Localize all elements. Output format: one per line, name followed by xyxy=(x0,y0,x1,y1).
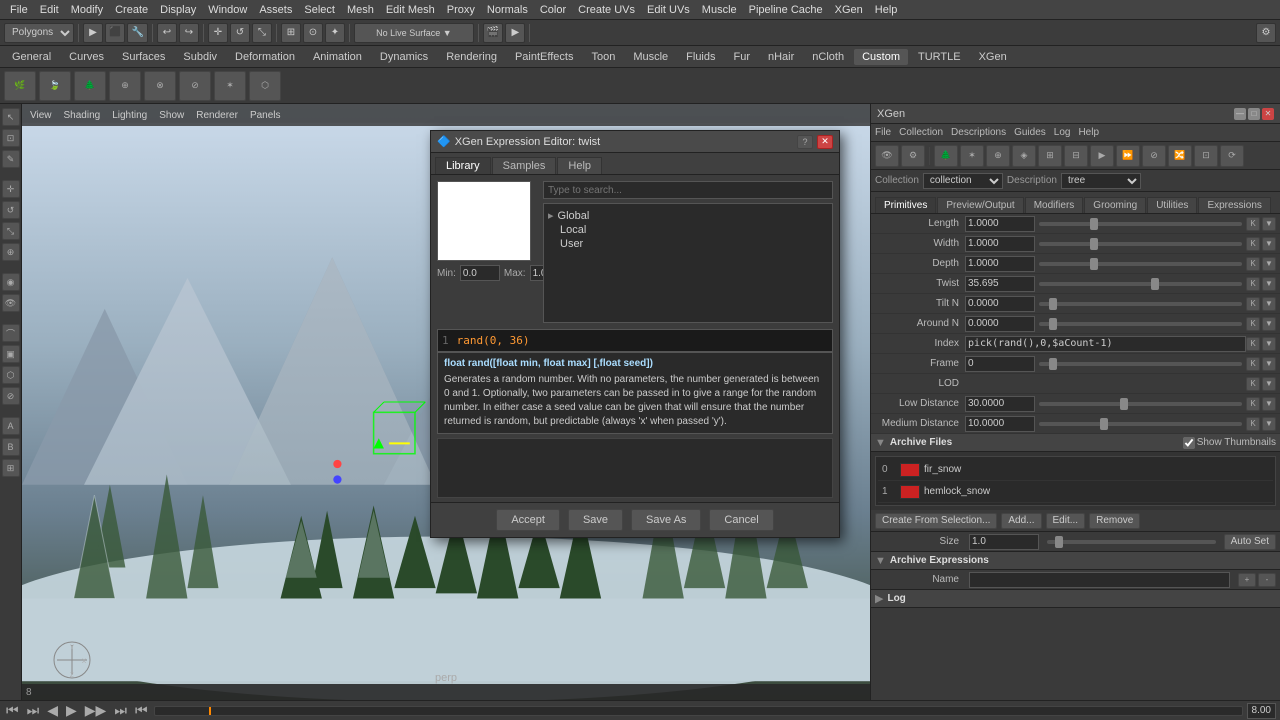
accept-button[interactable]: Accept xyxy=(496,509,560,531)
dialog-button-row: Accept Save Save As Cancel xyxy=(431,502,839,537)
tooltip-title: float rand([float min, float max] [,floa… xyxy=(444,357,826,371)
dialog-tab-bar: Library Samples Help xyxy=(431,153,839,175)
dialog-title-icon: 🔷 xyxy=(437,135,451,148)
tree-label-local: Local xyxy=(560,224,586,236)
dialog-title-area: 🔷 XGen Expression Editor: twist xyxy=(437,135,600,148)
dialog-title-text: XGen Expression Editor: twist xyxy=(455,136,601,148)
max-label: Max: xyxy=(504,268,526,279)
code-editor-area[interactable]: 1 rand(0, 36) xyxy=(437,329,833,352)
library-preview-image xyxy=(437,181,531,261)
save-as-button[interactable]: Save As xyxy=(631,509,701,531)
dialog-titlebar-buttons: ? ✕ xyxy=(797,135,833,149)
cancel-button[interactable]: Cancel xyxy=(709,509,773,531)
tree-label-user: User xyxy=(560,238,583,250)
save-button[interactable]: Save xyxy=(568,509,623,531)
expression-empty-area xyxy=(437,438,833,498)
function-tooltip: float rand([float min, float max] [,floa… xyxy=(437,352,833,434)
dialog-help-btn[interactable]: ? xyxy=(797,135,813,149)
dialog-titlebar[interactable]: 🔷 XGen Expression Editor: twist ? ✕ xyxy=(431,131,839,153)
min-label: Min: xyxy=(437,268,456,279)
code-line-number: 1 xyxy=(442,334,449,347)
library-tree: ▸ Global Local User xyxy=(543,203,833,323)
dialog-tab-help[interactable]: Help xyxy=(557,157,602,174)
library-search-input[interactable] xyxy=(543,181,833,199)
dialog-tab-library[interactable]: Library xyxy=(435,157,491,174)
tree-item-global[interactable]: ▸ Global xyxy=(548,208,828,223)
code-content: rand(0, 36) xyxy=(457,334,530,347)
dialog-tab-samples[interactable]: Samples xyxy=(492,157,557,174)
tree-arrow-global: ▸ xyxy=(548,209,554,222)
tree-label-global: Global xyxy=(558,210,590,222)
dialog-close-btn[interactable]: ✕ xyxy=(817,135,833,149)
library-minmax-row: Min: 0.0 Max: 1.0 xyxy=(437,265,537,281)
tooltip-body: Generates a random number. With no param… xyxy=(444,373,826,429)
library-right-panel: ▸ Global Local User xyxy=(543,181,833,323)
min-input[interactable]: 0.0 xyxy=(460,265,500,281)
dialog-overlay: 🔷 XGen Expression Editor: twist ? ✕ Libr… xyxy=(0,0,1280,720)
tree-item-local[interactable]: Local xyxy=(560,223,828,237)
dialog-body: Min: 0.0 Max: 1.0 ▸ Global Local xyxy=(431,175,839,329)
tree-item-user[interactable]: User xyxy=(560,237,828,251)
library-panel: Min: 0.0 Max: 1.0 xyxy=(437,181,537,323)
expression-editor-dialog: 🔷 XGen Expression Editor: twist ? ✕ Libr… xyxy=(430,130,840,538)
